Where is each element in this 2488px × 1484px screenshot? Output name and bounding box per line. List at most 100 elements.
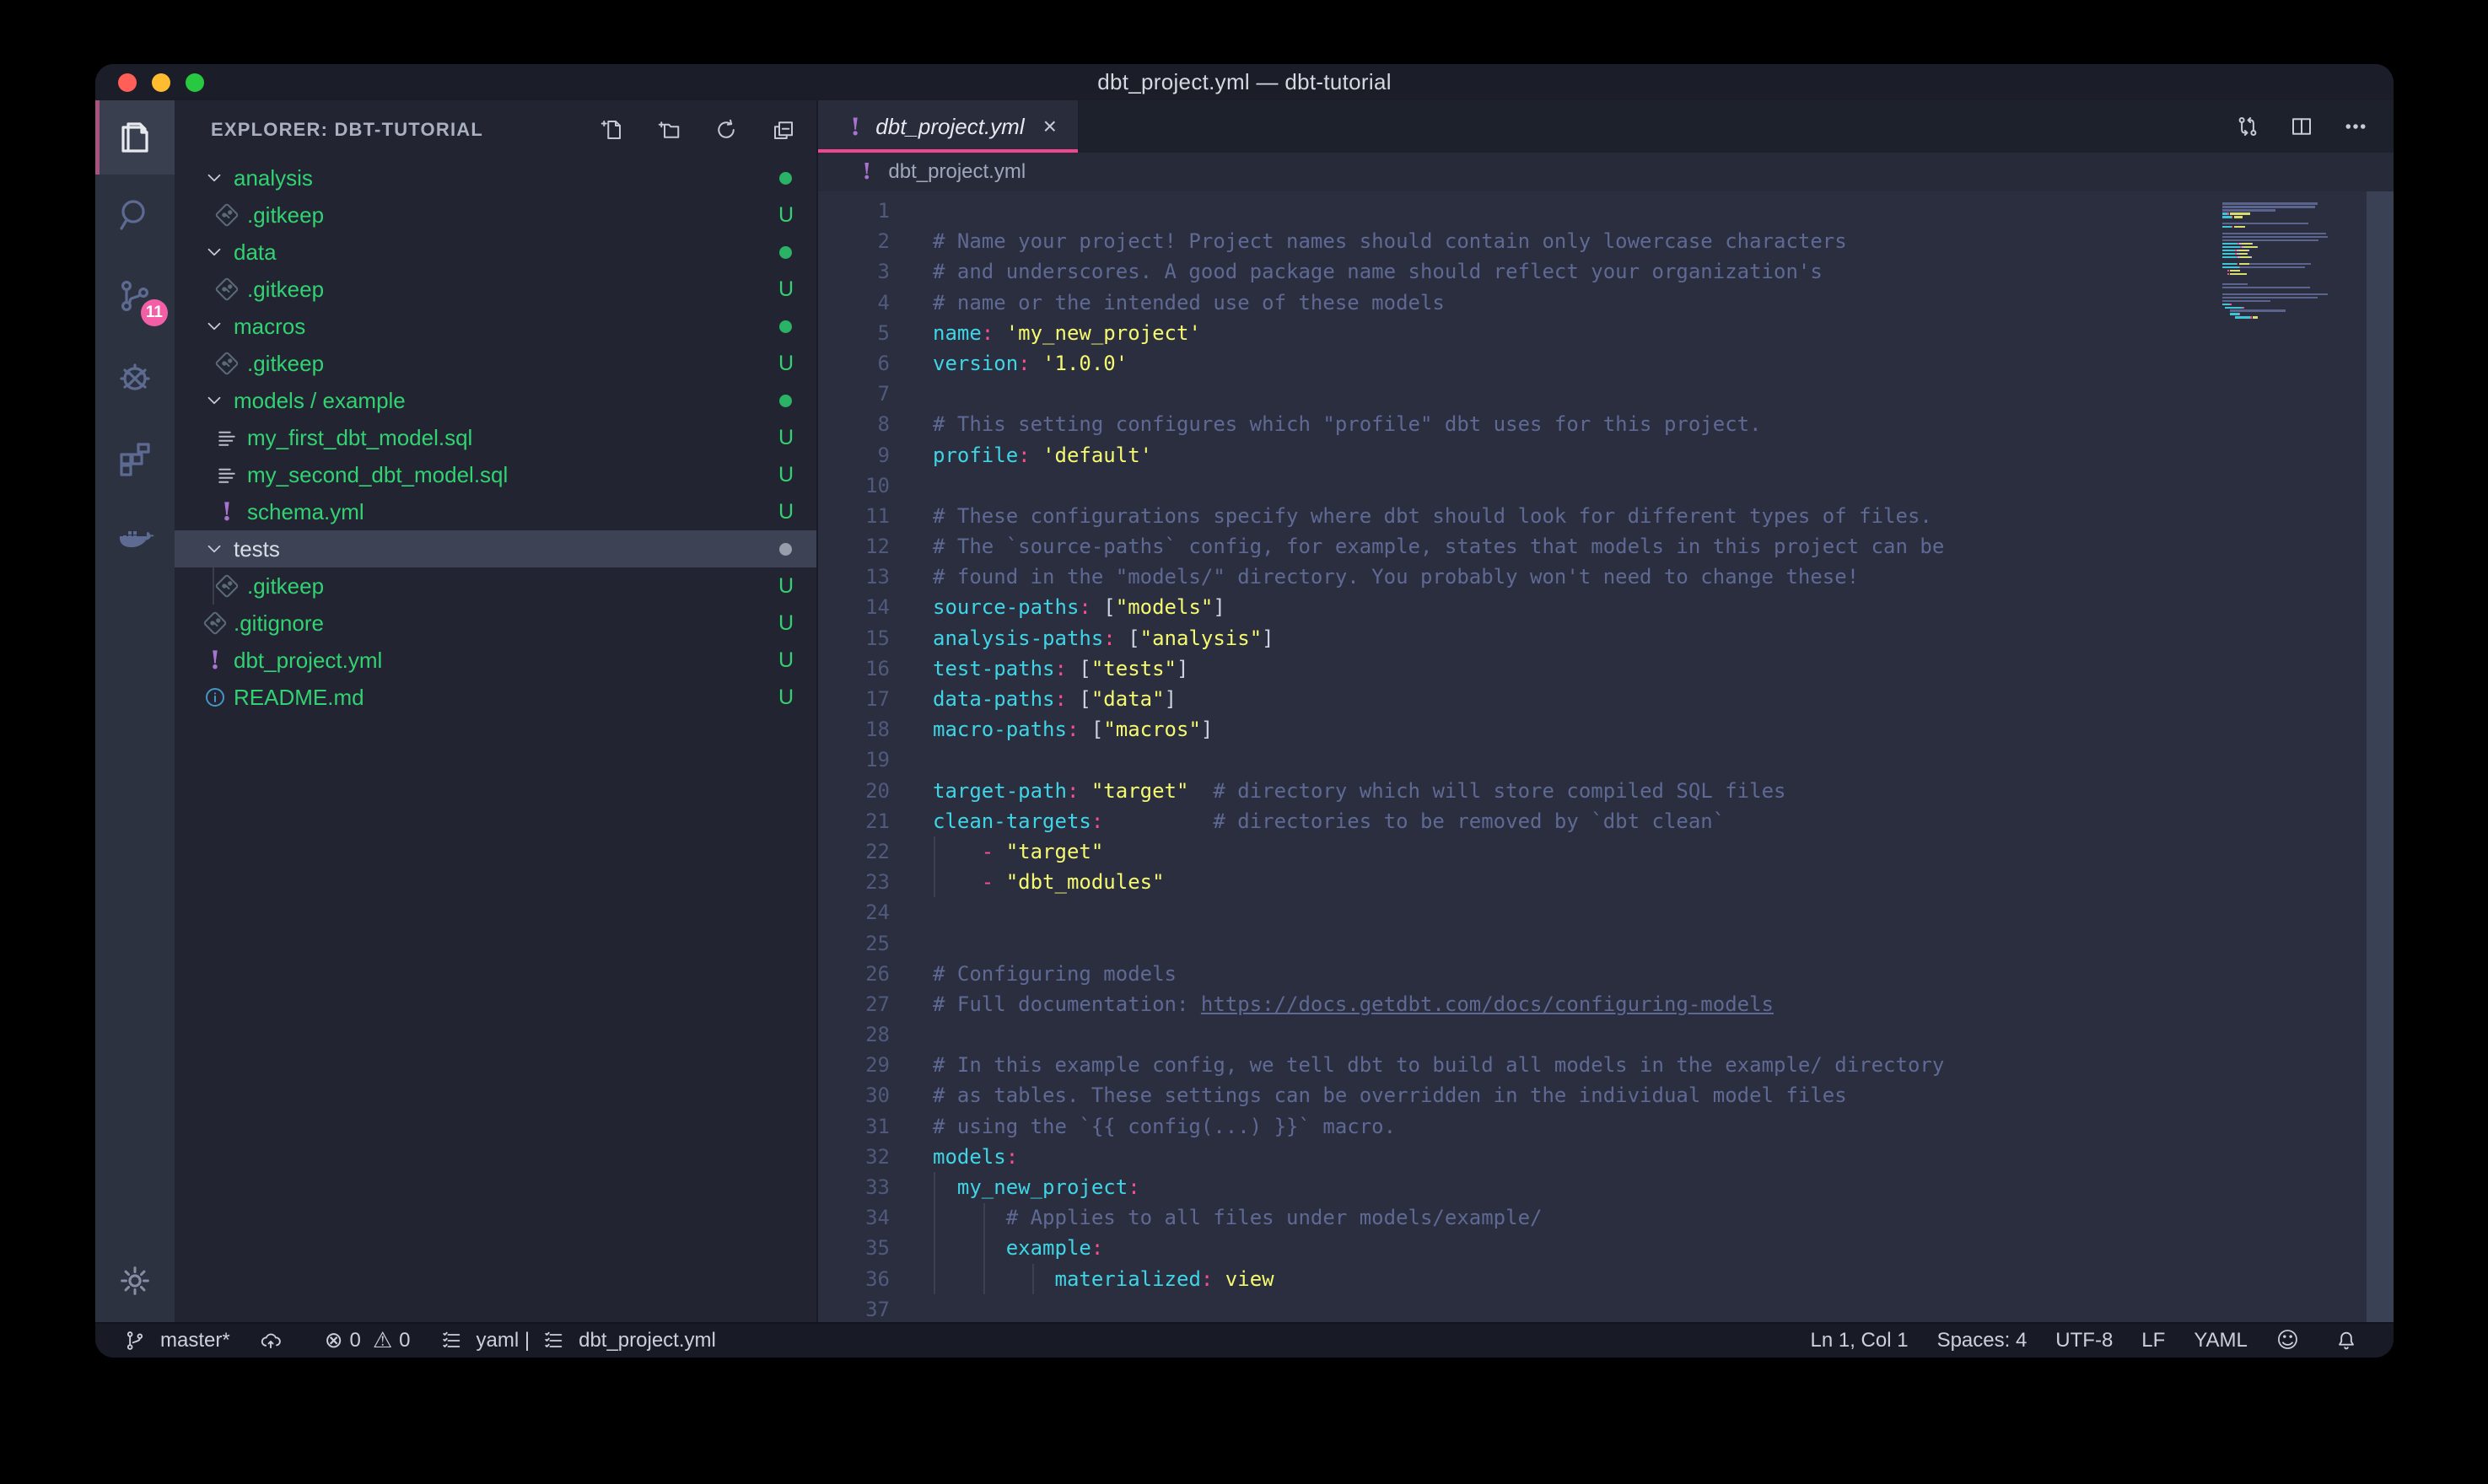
activity-files-icon[interactable] <box>95 100 175 175</box>
split-editor-icon[interactable] <box>2289 114 2314 139</box>
tree-folder-data[interactable]: data <box>175 234 816 271</box>
line-number: 36 <box>818 1264 890 1294</box>
code-line: 17data-paths: ["data"] <box>818 684 2394 714</box>
code-editor[interactable]: 12# Name your project! Project names sho… <box>818 191 2394 1322</box>
line-number: 20 <box>818 776 890 806</box>
minimap[interactable] <box>2222 199 2366 323</box>
tree-folder-tests[interactable]: tests <box>175 530 816 567</box>
activity-source-control-icon[interactable]: 11 <box>95 255 175 336</box>
tree-file--gitkeep[interactable]: .gitkeepU <box>175 196 816 234</box>
zoom-window-button[interactable] <box>186 73 204 92</box>
activity-debug-icon[interactable] <box>95 336 175 417</box>
editor-scrollbar[interactable] <box>2367 191 2394 1322</box>
line-number: 19 <box>818 745 890 775</box>
tree-file--gitignore[interactable]: .gitignoreU <box>175 605 816 642</box>
status-cloud-upload-icon[interactable] <box>259 1329 296 1352</box>
docker-icon <box>115 519 155 559</box>
line-number: 25 <box>818 928 890 959</box>
minimize-window-button[interactable] <box>152 73 170 92</box>
line-number: 11 <box>818 501 890 531</box>
status-0[interactable]: ⊗0 <box>325 1328 361 1353</box>
editor-group: ! dbt_project.yml × ! dbt_project.yml 12… <box>818 100 2394 1322</box>
activity-extensions-icon[interactable] <box>95 417 175 498</box>
git-untracked-badge: U <box>773 648 799 673</box>
lines-file-icon <box>213 461 240 488</box>
status-yaml[interactable]: YAML <box>2194 1329 2248 1352</box>
editor-actions <box>2235 100 2394 153</box>
code-line: 2# Name your project! Project names shou… <box>818 226 2394 256</box>
line-number: 17 <box>818 684 890 714</box>
explorer-title: EXPLORER: DBT-TUTORIAL <box>211 119 599 141</box>
indent-guide <box>983 1203 985 1294</box>
tab-dbt-project-yml[interactable]: ! dbt_project.yml × <box>818 100 1078 153</box>
cloud-upload-icon <box>259 1329 289 1352</box>
tree-file-my-first-dbt-model-sql[interactable]: my_first_dbt_model.sqlU <box>175 419 816 456</box>
tab-bar: ! dbt_project.yml × <box>818 100 2394 153</box>
tree-file--gitkeep[interactable]: .gitkeepU <box>175 567 816 605</box>
code-line: 37 <box>818 1294 2394 1322</box>
activity-docker-icon[interactable] <box>95 498 175 579</box>
close-tab-icon[interactable]: × <box>1043 113 1057 140</box>
git-status-dot <box>779 246 792 259</box>
status-utf-8[interactable]: UTF-8 <box>2055 1329 2113 1352</box>
status-bell-icon[interactable] <box>2335 1329 2372 1352</box>
status-bar: master* ⊗0 ⚠0 yaml | dbt_project.yml Ln 1, C… <box>95 1322 2394 1358</box>
line-number: 5 <box>818 318 890 348</box>
line-number: 21 <box>818 806 890 836</box>
tree-file--gitkeep[interactable]: .gitkeepU <box>175 271 816 308</box>
file-tree: analysis.gitkeepUdata.gitkeepUmacros.git… <box>175 159 816 1322</box>
status-lf[interactable]: LF <box>2141 1329 2165 1352</box>
status-master-[interactable]: master* <box>123 1329 230 1352</box>
status-dbt-project-yml[interactable]: dbt_project.yml <box>541 1329 716 1352</box>
gear-icon <box>116 1261 154 1300</box>
desktop-background: dbt_project.yml — dbt-tutorial 11 EXPLOR… <box>0 0 2488 1484</box>
git-untracked-badge: U <box>773 686 799 710</box>
tree-file-readme-md[interactable]: README.mdU <box>175 679 816 716</box>
status-smiley-icon[interactable]: ☺ <box>2276 1328 2306 1353</box>
git-untracked-badge: U <box>773 611 799 636</box>
code-line: 1 <box>818 196 2394 226</box>
tree-folder-macros[interactable]: macros <box>175 308 816 345</box>
chevron-down-icon <box>203 315 225 337</box>
branch-icon <box>123 1329 153 1352</box>
code-line: 27# Full documentation: https://docs.get… <box>818 989 2394 1019</box>
tree-file-my-second-dbt-model-sql[interactable]: my_second_dbt_model.sqlU <box>175 456 816 493</box>
code-line: 16test-paths: ["tests"] <box>818 653 2394 684</box>
window-controls <box>118 73 204 92</box>
code-line: 20target-path: "target" # directory whic… <box>818 776 2394 806</box>
status-yaml-[interactable]: yaml | <box>439 1329 530 1352</box>
code-line: 18macro-paths: ["macros"] <box>818 714 2394 745</box>
close-window-button[interactable] <box>118 73 137 92</box>
tree-file--gitkeep[interactable]: .gitkeepU <box>175 345 816 382</box>
new-folder-icon[interactable] <box>656 117 681 142</box>
git-untracked-badge: U <box>773 203 799 228</box>
code-line: 21clean-targets: # directories to be rem… <box>818 806 2394 836</box>
compare-changes-icon[interactable] <box>2235 114 2260 139</box>
refresh-icon[interactable] <box>714 117 739 142</box>
collapse-all-icon[interactable] <box>771 117 796 142</box>
breadcrumb[interactable]: ! dbt_project.yml <box>818 153 2394 191</box>
tree-folder-models-example[interactable]: models / example <box>175 382 816 419</box>
lines-file-icon <box>213 424 240 451</box>
tree-file-schema-yml[interactable]: !schema.ymlU <box>175 493 816 530</box>
code-line: 15analysis-paths: ["analysis"] <box>818 623 2394 653</box>
chevron-down-icon <box>203 390 225 411</box>
tree-folder-analysis[interactable]: analysis <box>175 159 816 196</box>
line-number: 26 <box>818 959 890 989</box>
status-spaces-4[interactable]: Spaces: 4 <box>1937 1329 2028 1352</box>
git-untracked-badge: U <box>773 426 799 450</box>
git-file-icon <box>213 276 240 303</box>
new-file-icon[interactable] <box>599 117 624 142</box>
bell-icon <box>2335 1329 2365 1352</box>
code-line: 19 <box>818 745 2394 775</box>
activity-search-icon[interactable] <box>95 175 175 255</box>
status-0[interactable]: ⚠0 <box>373 1328 411 1353</box>
more-actions-icon[interactable] <box>2343 114 2368 139</box>
tree-file-dbt-project-yml[interactable]: !dbt_project.ymlU <box>175 642 816 679</box>
scm-badge: 11 <box>141 299 168 326</box>
code-line: 6version: '1.0.0' <box>818 348 2394 379</box>
git-status-dot <box>779 320 792 333</box>
line-number: 29 <box>818 1050 890 1080</box>
activity-gear-icon[interactable] <box>95 1251 175 1310</box>
status-ln-1-col-1[interactable]: Ln 1, Col 1 <box>1810 1329 1908 1352</box>
